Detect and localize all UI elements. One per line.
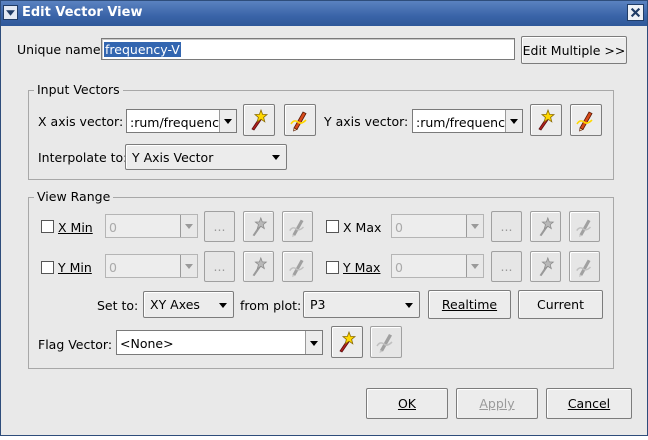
cancel-button[interactable]: Cancel [546,388,632,419]
y-min-edit-button[interactable] [282,251,313,282]
x-max-value: 0 [395,220,403,235]
x-axis-vector-value: :rum/frequency [130,115,227,130]
apply-button-label: Apply [479,396,515,411]
x-min-value: 0 [109,220,117,235]
chevron-down-icon[interactable] [305,331,322,354]
flag-vector-value: <None> [120,336,174,351]
chevron-down-icon[interactable] [505,110,522,132]
wand-star-icon [248,216,270,238]
pencil-icon [288,108,312,132]
from-plot-value: P3 [310,297,326,312]
interpolate-select[interactable]: Y Axis Vector [125,144,287,170]
x-min-edit-button[interactable] [282,211,313,242]
y-max-label: Y Max [343,260,380,275]
chevron-down-icon[interactable] [466,215,483,237]
wand-star-icon [248,256,270,278]
y-axis-vector-label: Y axis vector: [324,114,409,129]
x-max-browse-button[interactable]: ... [491,211,522,242]
unique-name-input[interactable]: frequency-V [101,38,515,60]
from-plot-select[interactable]: P3 [303,291,420,318]
x-min-label-text: X Min [58,220,93,235]
y-axis-vector-value: :rum/frequency [416,115,513,130]
wand-star-icon [534,108,558,132]
flag-vector-wizard-button[interactable] [331,326,363,358]
close-icon[interactable] [627,4,644,21]
y-min-wizard-button[interactable] [243,251,274,282]
x-min-label: X Min [58,220,93,235]
edit-multiple-button[interactable]: Edit Multiple >> [521,36,627,64]
chevron-down-icon[interactable] [180,215,197,237]
flag-vector-select[interactable]: <None> [116,330,323,355]
chevron-down-icon[interactable] [180,255,197,277]
x-axis-vector-label: X axis vector: [38,114,124,129]
set-to-select[interactable]: XY Axes [143,291,234,318]
chevron-down-icon [270,145,282,169]
pencil-icon [287,256,309,278]
y-vector-wizard-button[interactable] [530,104,562,136]
y-max-edit-button[interactable] [569,251,600,282]
x-max-edit-button[interactable] [569,211,600,242]
x-axis-vector-select[interactable]: :rum/frequency [126,109,237,133]
y-max-browse-button[interactable]: ... [491,251,522,282]
y-min-select[interactable]: 0 [105,254,198,278]
y-min-label: Y Min [58,260,92,275]
apply-button[interactable]: Apply [456,388,538,419]
flag-vector-edit-button[interactable] [370,326,402,358]
x-max-wizard-button[interactable] [530,211,561,242]
pencil-icon [374,330,398,354]
x-vector-wizard-button[interactable] [243,104,275,136]
pencil-icon [574,108,598,132]
interpolate-value: Y Axis Vector [132,150,214,165]
x-min-checkbox[interactable] [41,220,54,233]
y-max-checkbox[interactable] [326,261,339,274]
ok-button-label: OK [397,396,417,411]
x-max-label: X Max [343,220,382,235]
y-max-label-text: Y Max [343,260,381,275]
pencil-icon [574,256,596,278]
y-axis-vector-select[interactable]: :rum/frequency [412,109,523,133]
set-to-value: XY Axes [150,297,200,312]
chevron-down-icon[interactable] [219,110,236,132]
desktop-strip [0,436,648,440]
realtime-button[interactable]: Realtime [428,290,511,319]
y-max-select[interactable]: 0 [391,254,484,278]
interpolate-label: Interpolate to: [38,150,128,165]
chevron-down-icon[interactable] [466,255,483,277]
chevron-down-icon [403,292,415,317]
unique-name-label: Unique name: [17,42,105,57]
y-min-browse-button[interactable]: ... [204,251,235,282]
wand-star-icon [535,256,557,278]
x-min-browse-button[interactable]: ... [204,211,235,242]
pencil-icon [287,216,309,238]
wand-star-icon [535,216,557,238]
chevron-down-icon [217,292,229,317]
y-max-value: 0 [395,260,403,275]
set-to-label: Set to: [97,298,139,313]
unique-name-value: frequency-V [104,42,181,57]
x-max-checkbox[interactable] [326,220,339,233]
from-plot-label: from plot: [240,298,302,313]
y-min-value: 0 [109,260,117,275]
flag-vector-label: Flag Vector: [38,337,113,352]
input-vectors-legend: Input Vectors [34,82,123,97]
y-max-wizard-button[interactable] [530,251,561,282]
input-vectors-group [28,90,614,180]
pencil-icon [574,216,596,238]
ok-button[interactable]: OK [366,388,448,419]
x-min-select[interactable]: 0 [105,214,198,238]
x-max-select[interactable]: 0 [391,214,484,238]
cancel-button-label: Cancel [567,396,611,411]
x-min-wizard-button[interactable] [243,211,274,242]
window-title: Edit Vector View [22,5,143,20]
wand-star-icon [247,108,271,132]
current-button[interactable]: Current [518,290,603,319]
window-menu-icon[interactable] [3,5,18,20]
realtime-button-label: Realtime [441,297,498,312]
wand-star-icon [335,330,359,354]
y-min-checkbox[interactable] [41,261,54,274]
view-range-legend: View Range [34,189,114,204]
y-min-label-text: Y Min [58,260,92,275]
y-vector-edit-button[interactable] [570,104,602,136]
x-vector-edit-button[interactable] [284,104,316,136]
